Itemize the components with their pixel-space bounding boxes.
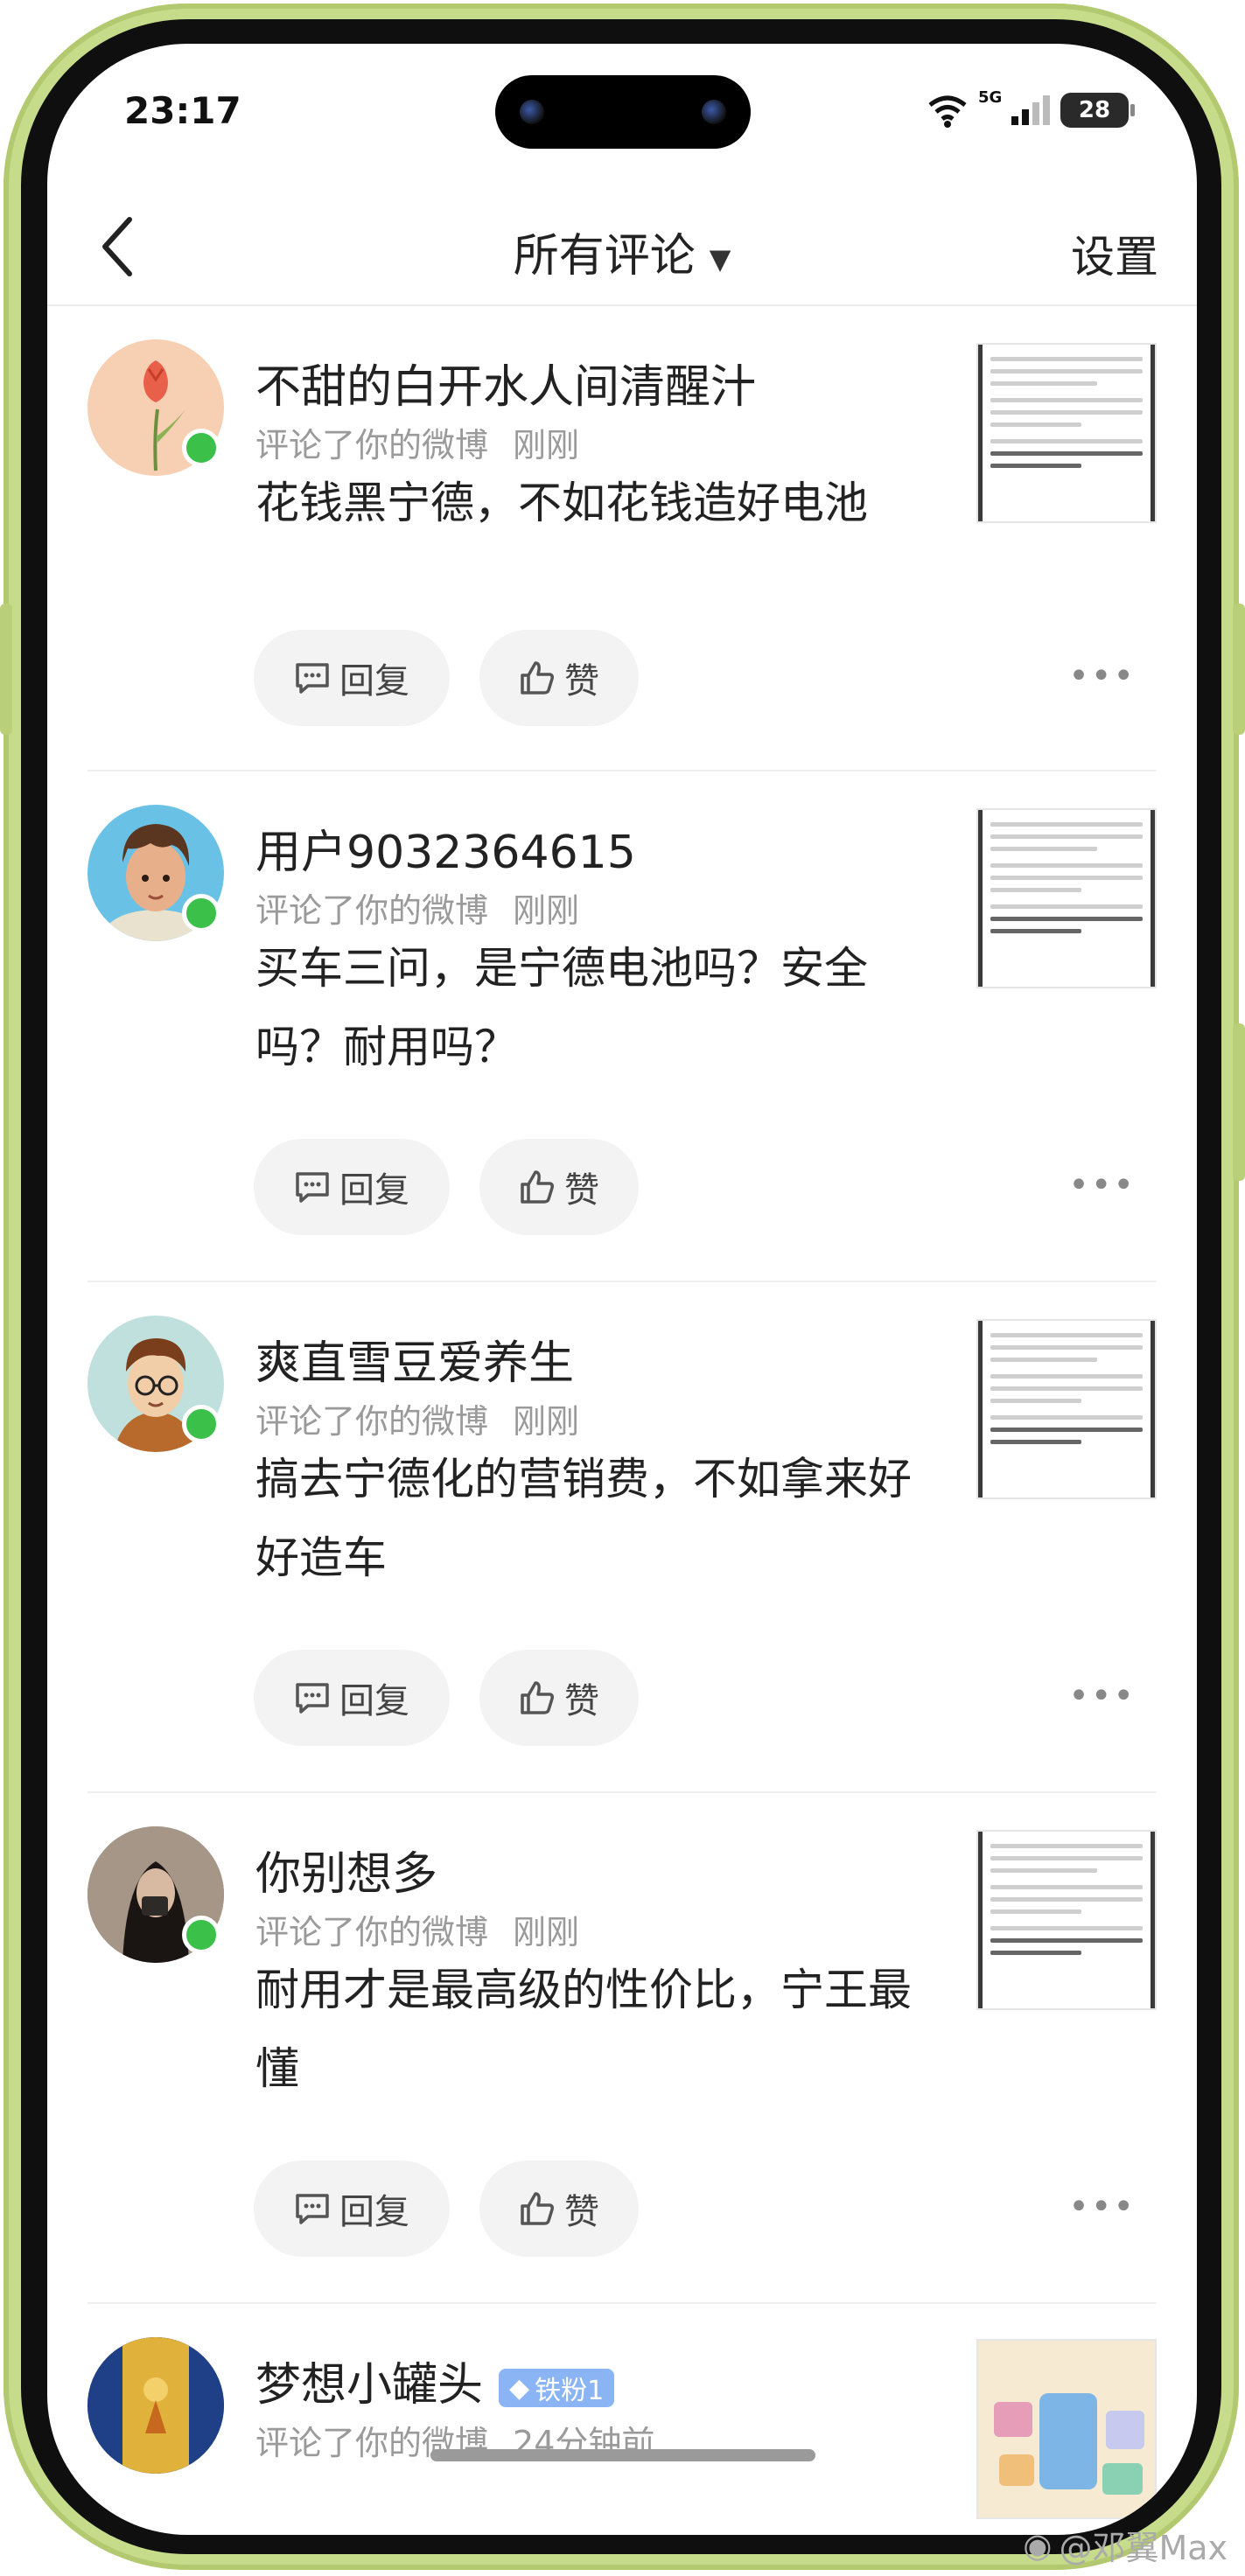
more-options-icon[interactable]: ••• [1068,656,1136,696]
side-button-right-lower [1233,1023,1245,1181]
comment-action: 评论了你的微博 [255,426,489,464]
camera-icon [520,100,544,124]
post-thumbnail[interactable] [976,808,1157,988]
comment-username[interactable]: 梦想小罐头 ◆ 铁粉1 [255,2348,615,2413]
signal-bar [1043,95,1050,125]
comment-meta: 评论了你的微博 刚刚 [255,1905,579,1953]
reply-label: 回复 [339,661,409,702]
comment-time: 刚刚 [513,1913,580,1951]
watermark-text: @邓翼Max [1059,2529,1228,2567]
network-type: 5G [978,88,1003,107]
signal-bar [1011,116,1018,125]
signal-bar [1032,102,1039,125]
more-options-icon[interactable]: ••• [1068,1676,1136,1716]
screen: 23:17 5G 28 所有评论 ▼ 设置 不甜的白开水人间清醒汁 评论了你的微… [47,44,1197,2535]
signal-bar [1022,109,1029,125]
cellular-signal-icon: 5G [978,88,1050,125]
comment-text: 搞去宁德化的营销费，不如拿来好好造车 [255,1454,912,1583]
battery-level: 28 [1078,97,1111,123]
like-label: 赞 [564,1170,599,1211]
comment-text: 花钱黑宁德，不如花钱造好电池 [255,478,868,528]
wifi-icon [928,95,967,128]
fan-badge-label: 铁粉1 [535,2376,605,2406]
avatar[interactable] [87,2337,224,2474]
divider [87,770,1157,771]
thumbs-up-icon [521,2192,554,2225]
like-button[interactable]: 赞 [479,2161,639,2257]
comment-meta: 评论了你的微博 刚刚 [255,883,579,932]
reply-label: 回复 [339,1170,409,1211]
thumbs-up-icon [521,661,554,695]
comment-time: 刚刚 [513,1402,580,1441]
comment-username[interactable]: 用户9032364615 [255,815,636,881]
reply-button[interactable]: 回复 [254,1139,450,1235]
username-label: 梦想小罐头 [255,2359,484,2412]
comment-icon [296,1172,329,1203]
more-options-icon[interactable]: ••• [1068,1165,1136,1205]
comment-text: 买车三问，是宁德电池吗？安全吗？耐用吗？ [255,943,868,1072]
more-options-icon[interactable]: ••• [1068,2187,1136,2227]
comment-meta: 评论了你的微博 刚刚 [255,1394,579,1442]
divider [87,2302,1157,2304]
divider [87,1791,1157,1793]
settings-button[interactable]: 设置 [1071,222,1158,285]
avatar-illustration [87,2337,224,2474]
like-label: 赞 [564,1681,599,1721]
side-button-right-upper [1233,604,1245,735]
online-indicator [182,1405,220,1443]
weibo-logo-icon: ◉ [1023,2525,1053,2565]
navigation-bar: 所有评论 ▼ 设置 [47,192,1197,306]
battery-icon: 28 [1060,93,1135,128]
side-button-left [0,604,12,735]
comment-time: 刚刚 [513,426,580,464]
comment-username[interactable]: 爽直雪豆爱养生 [255,1326,574,1392]
reply-button[interactable]: 回复 [254,630,450,726]
status-time: 23:17 [124,89,241,132]
reply-button[interactable]: 回复 [254,1650,450,1746]
reply-button[interactable]: 回复 [254,2161,450,2257]
online-indicator [182,1916,220,1954]
post-thumbnail[interactable] [976,2339,1157,2519]
post-thumbnail[interactable] [976,1830,1157,2010]
comment-action: 评论了你的微博 [255,1913,489,1951]
dynamic-island [495,75,751,149]
caret-down-icon: ▼ [709,242,731,276]
page-title: 所有评论 [513,230,696,283]
like-button[interactable]: 赞 [479,1139,639,1235]
diamond-icon: ◆ [509,2372,530,2404]
reply-label: 回复 [339,1681,409,1721]
comment-action: 评论了你的微博 [255,891,489,930]
fan-badge: ◆ 铁粉1 [499,2369,615,2407]
comment-icon [296,2194,329,2224]
online-indicator [182,429,220,467]
thumbs-up-icon [521,1681,554,1714]
like-button[interactable]: 赞 [479,630,639,726]
post-thumbnail[interactable] [976,1319,1157,1499]
watermark: ◉ @邓翼Max [1023,2521,1228,2569]
thumbs-up-icon [521,1170,554,1204]
like-label: 赞 [564,2192,599,2232]
comment-time: 刚刚 [513,891,580,930]
like-label: 赞 [564,661,599,702]
status-icons: 5G 28 [926,88,1135,129]
comment-action: 评论了你的微博 [255,1402,489,1441]
divider [87,1281,1157,1282]
comment-text: 耐用才是最高级的性价比，宁王最懂 [255,1965,912,2094]
online-indicator [182,894,220,932]
comment-icon [296,1683,329,1714]
comment-username[interactable]: 你别想多 [255,1837,437,1902]
comment-icon [296,663,329,694]
camera-icon [702,100,726,124]
reply-label: 回复 [339,2192,409,2232]
comment-username[interactable]: 不甜的白开水人间清醒汁 [255,350,756,415]
filter-dropdown[interactable]: 所有评论 ▼ [47,219,1197,284]
home-indicator[interactable] [430,2449,815,2461]
post-thumbnail[interactable] [976,343,1157,523]
status-bar: 23:17 5G 28 [47,44,1197,192]
comment-meta: 评论了你的微博 刚刚 [255,418,579,466]
like-button[interactable]: 赞 [479,1650,639,1746]
